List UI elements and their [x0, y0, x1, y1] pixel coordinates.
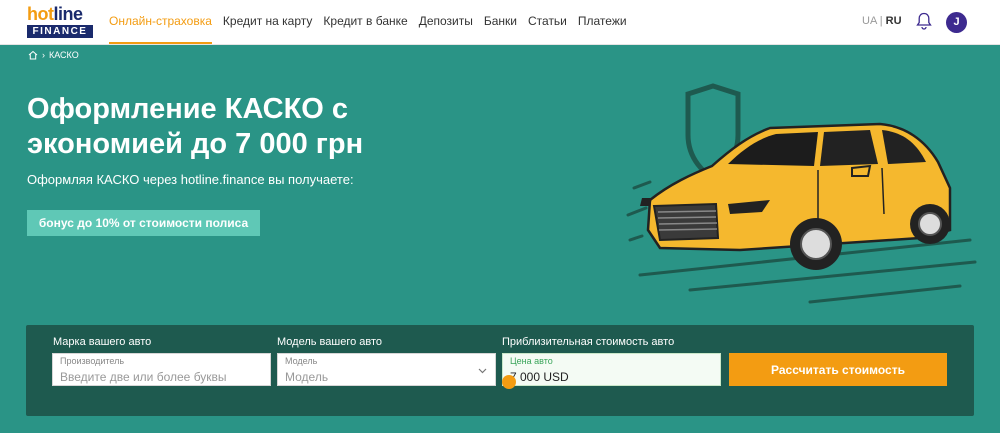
- breadcrumb-current: КАСКО: [49, 50, 79, 60]
- lang-ru[interactable]: RU: [886, 15, 902, 27]
- nav-item-card-credit[interactable]: Кредит на карту: [223, 0, 312, 44]
- bonus-badge: бонус до 10% от стоимости полиса: [27, 210, 260, 236]
- model-label: Модель вашего авто: [277, 336, 383, 348]
- price-value: 7 000 USD: [510, 370, 569, 384]
- main-nav: Онлайн-страховка Кредит на карту Кредит …: [109, 0, 638, 44]
- nav-item-deposits[interactable]: Депозиты: [419, 0, 473, 44]
- kasko-calculator-form: Марка вашего авто Производитель Введите …: [26, 325, 974, 416]
- model-small-label: Модель: [285, 356, 318, 366]
- maker-label: Марка вашего авто: [53, 336, 152, 348]
- logo-text-finance: FINANCE: [27, 25, 93, 38]
- price-input[interactable]: Цена авто 7 000 USD: [502, 353, 721, 386]
- price-label: Приблизительная стоимость авто: [502, 336, 675, 348]
- maker-input[interactable]: Производитель Введите две или более букв…: [52, 353, 271, 386]
- logo-text-hot: hot: [27, 4, 54, 24]
- breadcrumb-separator: ›: [42, 50, 45, 60]
- breadcrumb: › КАСКО: [28, 50, 79, 60]
- bell-icon[interactable]: [916, 12, 932, 30]
- price-small-label: Цена авто: [510, 356, 553, 366]
- price-slider-handle[interactable]: [502, 375, 516, 389]
- logo-text-line: line: [53, 4, 83, 24]
- language-switch: UA | RU: [862, 15, 902, 27]
- avatar[interactable]: J: [946, 12, 967, 33]
- top-header: hotline FINANCE Онлайн-страховка Кредит …: [0, 0, 1000, 45]
- maker-small-label: Производитель: [60, 356, 125, 366]
- model-select[interactable]: Модель Модель: [277, 353, 496, 386]
- maker-placeholder: Введите две или более буквы: [60, 370, 227, 384]
- chevron-down-icon[interactable]: [478, 366, 487, 375]
- nav-item-payments[interactable]: Платежи: [578, 0, 627, 44]
- model-placeholder: Модель: [285, 370, 329, 384]
- page-title: Оформление КАСКО с экономией до 7 000 гр…: [27, 93, 364, 160]
- calculate-button[interactable]: Рассчитать стоимость: [729, 353, 947, 386]
- lang-ua[interactable]: UA: [862, 15, 877, 27]
- nav-item-online-insurance[interactable]: Онлайн-страховка: [109, 0, 212, 44]
- nav-item-articles[interactable]: Статьи: [528, 0, 567, 44]
- hero-subtitle: Оформляя КАСКО через hotline.finance вы …: [27, 172, 354, 187]
- hotline-finance-logo[interactable]: hotline FINANCE: [27, 5, 95, 39]
- nav-item-banks[interactable]: Банки: [484, 0, 517, 44]
- home-icon[interactable]: [28, 50, 38, 60]
- nav-item-bank-credit[interactable]: Кредит в банке: [323, 0, 407, 44]
- car-illustration: [626, 83, 977, 304]
- lang-separator: |: [879, 15, 883, 27]
